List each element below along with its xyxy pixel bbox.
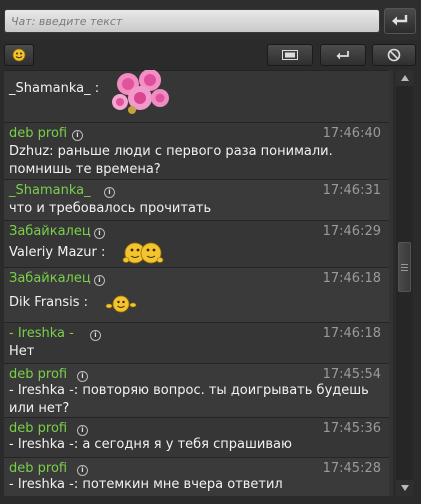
- info-icon[interactable]: i: [104, 187, 115, 198]
- message-text: Нет: [9, 344, 35, 359]
- message-nick[interactable]: - Ireshka -: [9, 326, 74, 341]
- info-icon[interactable]: i: [72, 130, 83, 141]
- list-item: Забайкалец i 17:46:18 Dik Fransis :: [4, 267, 389, 322]
- send-button[interactable]: [384, 8, 416, 34]
- grip-icon: [401, 263, 408, 271]
- hugging-smileys-icon: [122, 242, 164, 264]
- info-icon[interactable]: i: [77, 465, 88, 476]
- message-time: 17:46:18: [322, 326, 381, 341]
- chat-input-bar: [0, 0, 421, 40]
- ban-icon: [387, 48, 401, 62]
- message-nick[interactable]: deb profi: [9, 367, 67, 382]
- message-nick[interactable]: deb profi: [9, 461, 67, 476]
- arrow-down-icon: [400, 485, 409, 491]
- message-text: - Ireshka -: а сегодня я у тебя спрашива…: [9, 437, 292, 452]
- list-item: deb profi i 17:46:40 Dzhuz: раньше люди …: [4, 122, 389, 179]
- message-time: 17:46:31: [322, 183, 381, 198]
- info-icon[interactable]: i: [77, 371, 88, 382]
- scroll-down-button[interactable]: [396, 480, 413, 496]
- list-item: _Shamanka_ i 17:46:31 что и требовалось …: [4, 179, 389, 220]
- list-item: deb profi i 17:45:28 - Ireshka -: потемк…: [4, 457, 389, 496]
- info-icon[interactable]: i: [90, 330, 101, 341]
- message-time: 17:46:29: [322, 224, 381, 239]
- message-time: 17:45:28: [322, 461, 381, 476]
- scroll-thumb[interactable]: [398, 242, 411, 292]
- list-item: _Shamanka_ :: [4, 70, 389, 122]
- list-item: - Ireshka - i 17:46:18 Нет: [4, 322, 389, 363]
- info-icon[interactable]: i: [94, 228, 105, 239]
- message-time: 17:45:54: [322, 367, 381, 382]
- smiley-icon: [12, 48, 26, 62]
- message-nick[interactable]: Забайкалец: [9, 224, 91, 239]
- message-nick[interactable]: _Shamanka_: [9, 183, 91, 198]
- info-icon[interactable]: i: [77, 425, 88, 436]
- window-button[interactable]: [267, 44, 313, 66]
- ban-button[interactable]: [372, 44, 416, 66]
- message-text: - Ireshka -: повторяю вопрос. ты доигрыв…: [9, 383, 369, 416]
- smiley-button[interactable]: [4, 44, 34, 66]
- enter-button[interactable]: [320, 44, 366, 66]
- list-item: deb profi i 17:45:36 - Ireshka -: а сего…: [4, 417, 389, 457]
- message-time: 17:45:36: [322, 421, 381, 436]
- enter-arrow-icon: [392, 15, 408, 26]
- message-text: _Shamanka_ :: [9, 81, 100, 96]
- list-item: Забайкалец i 17:46:29 Valeriy Mazur :: [4, 220, 389, 267]
- scroll-up-button[interactable]: [396, 70, 413, 86]
- message-text: Valeriy Mazur :: [9, 245, 106, 260]
- message-scrollbar[interactable]: [396, 70, 413, 496]
- message-text: - Ireshka -: потемкин мне вчера ответил: [9, 477, 283, 492]
- message-text: Dzhuz: раньше люди с первого раза понима…: [9, 144, 333, 177]
- message-list: _Shamanka_ : deb profi i 17:46:40 Dzhuz:…: [4, 70, 393, 496]
- message-text: что и требовалось прочитать: [9, 201, 212, 216]
- pink-roses-icon: [112, 70, 169, 114]
- message-nick[interactable]: deb profi: [9, 126, 67, 141]
- enter-arrow-icon: [336, 50, 349, 59]
- chat-toolbar: [0, 40, 421, 70]
- message-text: Dik Fransis :: [9, 295, 89, 310]
- dancing-smiley-icon: [105, 295, 137, 313]
- info-icon[interactable]: i: [94, 275, 105, 286]
- arrow-up-icon: [400, 75, 409, 81]
- message-nick[interactable]: deb profi: [9, 421, 67, 436]
- message-time: 17:46:40: [322, 126, 381, 141]
- list-item: deb profi i 17:45:54 - Ireshka -: повтор…: [4, 363, 389, 417]
- chat-input[interactable]: [4, 9, 380, 33]
- window-icon: [282, 50, 298, 60]
- message-time: 17:46:18: [322, 271, 381, 286]
- message-nick[interactable]: Забайкалец: [9, 271, 91, 286]
